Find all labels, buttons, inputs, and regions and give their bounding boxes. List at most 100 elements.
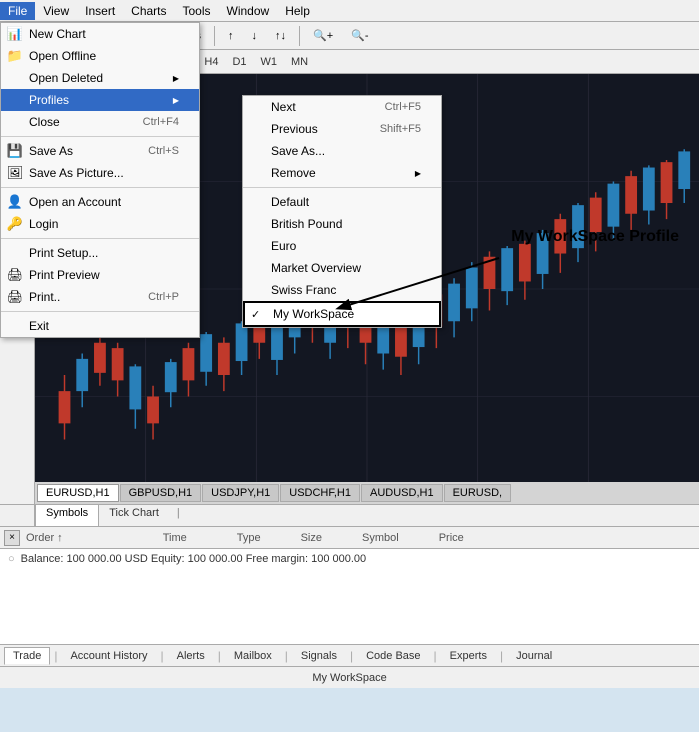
- british-icon: [247, 216, 267, 232]
- profiles-british-pound[interactable]: British Pound: [243, 213, 441, 235]
- close-shortcut: Ctrl+F4: [143, 116, 179, 128]
- chart-tab-eurusd-h1[interactable]: EURUSD,H1: [37, 484, 119, 502]
- toolbar-sep3: [299, 26, 300, 46]
- toolbar-btn3[interactable]: ↑↓: [268, 27, 293, 45]
- login-label: Login: [29, 217, 58, 231]
- sep2: [1, 187, 199, 188]
- sep1: [1, 136, 199, 137]
- sep4: [1, 311, 199, 312]
- profiles-my-workspace[interactable]: My WorkSpace: [243, 301, 441, 327]
- col-size: Size: [301, 532, 322, 544]
- chart-tab-eurusd2[interactable]: EURUSD,: [444, 484, 512, 502]
- symbols-tab[interactable]: Symbols: [35, 505, 99, 526]
- tab-codebase[interactable]: Code Base: [357, 647, 429, 665]
- print-preview-label: Print Preview: [29, 268, 100, 282]
- save-as-label: Save As: [29, 144, 73, 158]
- toolbar-btn2[interactable]: ↓: [245, 27, 265, 45]
- menu-close[interactable]: Close Ctrl+F4: [1, 111, 199, 133]
- status-text: My WorkSpace: [312, 672, 386, 684]
- account-label: Open an Account: [29, 195, 121, 209]
- tab-account-history[interactable]: Account History: [61, 647, 156, 665]
- menu-tools[interactable]: Tools: [175, 2, 219, 20]
- period-mn[interactable]: MN: [285, 54, 314, 70]
- chart-tab-usdjpy-h1[interactable]: USDJPY,H1: [202, 484, 279, 502]
- tab-experts[interactable]: Experts: [441, 647, 496, 665]
- menu-save-as[interactable]: 💾 Save As Ctrl+S: [1, 140, 199, 162]
- menu-insert[interactable]: Insert: [77, 2, 123, 20]
- euro-label: Euro: [271, 239, 296, 253]
- open-offline-icon: 📁: [5, 48, 25, 64]
- symbol-tick-row: Symbols Tick Chart |: [0, 504, 699, 526]
- period-w1[interactable]: W1: [255, 54, 284, 70]
- status-bar: My WorkSpace: [0, 666, 699, 688]
- period-d1[interactable]: D1: [226, 54, 252, 70]
- col-type: Type: [237, 532, 261, 544]
- profiles-default[interactable]: Default: [243, 191, 441, 213]
- profile-save-label: Save As...: [271, 144, 325, 158]
- profiles-swiss-franc[interactable]: Swiss Franc: [243, 279, 441, 301]
- save-picture-icon: 🖼: [5, 165, 25, 181]
- menu-view[interactable]: View: [35, 2, 77, 20]
- menu-file[interactable]: File: [0, 2, 35, 20]
- balance-row: ○ Balance: 100 000.00 USD Equity: 100 00…: [8, 553, 691, 565]
- menu-new-chart[interactable]: 📊 New Chart: [1, 23, 199, 45]
- market-icon: [247, 260, 267, 276]
- profiles-previous[interactable]: Previous Shift+F5: [243, 118, 441, 140]
- profiles-arrow: ▶: [173, 96, 179, 105]
- menu-exit[interactable]: Exit: [1, 315, 199, 337]
- menu-help[interactable]: Help: [277, 2, 318, 20]
- menu-login[interactable]: 🔑 Login: [1, 213, 199, 235]
- login-icon: 🔑: [5, 216, 25, 232]
- terminal-close-button[interactable]: ×: [4, 530, 20, 546]
- profiles-label: Profiles: [29, 93, 69, 107]
- close-label: Close: [29, 115, 60, 129]
- prev-shortcut: Shift+F5: [380, 123, 421, 135]
- zoom-in-button[interactable]: 🔍+: [306, 26, 340, 45]
- tab-alerts[interactable]: Alerts: [168, 647, 214, 665]
- toolbar-btn1[interactable]: ↑: [221, 27, 241, 45]
- menu-charts[interactable]: Charts: [123, 2, 174, 20]
- print-setup-label: Print Setup...: [29, 246, 98, 260]
- print-label: Print..: [29, 290, 60, 304]
- menu-open-offline[interactable]: 📁 Open Offline: [1, 45, 199, 67]
- chart-tab-usdchf-h1[interactable]: USDCHF,H1: [280, 484, 360, 502]
- file-menu[interactable]: 📊 New Chart 📁 Open Offline Open Deleted …: [0, 22, 200, 338]
- profiles-remove[interactable]: Remove ▶: [243, 162, 441, 184]
- tab-journal[interactable]: Journal: [507, 647, 561, 665]
- profiles-next[interactable]: Next Ctrl+F5: [243, 96, 441, 118]
- chart-tab-audusd-h1[interactable]: AUDUSD,H1: [361, 484, 443, 502]
- remove-arrow: ▶: [415, 169, 421, 178]
- profiles-submenu[interactable]: Next Ctrl+F5 Previous Shift+F5 Save As..…: [242, 95, 442, 328]
- menu-print[interactable]: 🖨 Print.. Ctrl+P: [1, 286, 199, 308]
- tab-trade[interactable]: Trade: [4, 647, 50, 665]
- menu-open-deleted[interactable]: Open Deleted ▶: [1, 67, 199, 89]
- menu-save-as-picture[interactable]: 🖼 Save As Picture...: [1, 162, 199, 184]
- profiles-euro[interactable]: Euro: [243, 235, 441, 257]
- menu-open-account[interactable]: 👤 Open an Account: [1, 191, 199, 213]
- tick-chart-tab[interactable]: Tick Chart: [99, 505, 169, 526]
- tab-signals[interactable]: Signals: [292, 647, 346, 665]
- menu-bar: File View Insert Charts Tools Window Hel…: [0, 0, 699, 22]
- open-deleted-icon: [5, 70, 25, 86]
- chart-tab-gbpusd-h1[interactable]: GBPUSD,H1: [120, 484, 202, 502]
- menu-print-preview[interactable]: 🖨 Print Preview: [1, 264, 199, 286]
- save-picture-label: Save As Picture...: [29, 166, 124, 180]
- tab-mailbox[interactable]: Mailbox: [225, 647, 281, 665]
- zoom-out-button[interactable]: 🔍-: [344, 26, 375, 45]
- profiles-save-as[interactable]: Save As...: [243, 140, 441, 162]
- close-icon: [5, 114, 25, 130]
- period-h4[interactable]: H4: [198, 54, 224, 70]
- menu-profiles[interactable]: Profiles ▶: [1, 89, 199, 111]
- menu-window[interactable]: Window: [219, 2, 278, 20]
- prev-icon: [247, 121, 267, 137]
- balance-dot: ○: [8, 553, 15, 565]
- profiles-market-overview[interactable]: Market Overview: [243, 257, 441, 279]
- print-preview-icon: 🖨: [5, 267, 25, 283]
- remove-icon: [247, 165, 267, 181]
- next-icon: [247, 99, 267, 115]
- terminal-section: × Order ↑ Time Type Size Symbol Price ○ …: [0, 526, 699, 666]
- col-price: Price: [439, 532, 464, 544]
- col-time: Time: [163, 532, 187, 544]
- default-label: Default: [271, 195, 309, 209]
- menu-print-setup[interactable]: Print Setup...: [1, 242, 199, 264]
